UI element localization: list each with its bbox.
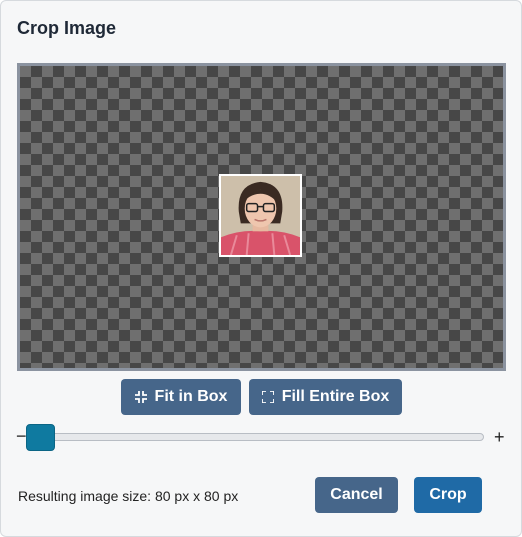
crop-selection-box[interactable] (219, 174, 302, 257)
fit-in-box-label: Fit in Box (154, 388, 228, 405)
crop-image-dialog: Crop Image Fit in Box Fill Entire Box − … (0, 0, 522, 537)
fill-entire-box-label: Fill Entire Box (281, 388, 390, 405)
zoom-in-icon: + (494, 427, 505, 447)
zoom-out-icon: − (16, 426, 27, 446)
cancel-button[interactable]: Cancel (315, 477, 398, 513)
dialog-title: Crop Image (17, 18, 117, 38)
zoom-slider-track[interactable] (27, 433, 484, 441)
expand-icon (261, 391, 274, 403)
crop-canvas[interactable] (17, 63, 506, 371)
compress-icon (134, 391, 147, 403)
profile-photo (221, 176, 300, 255)
crop-button[interactable]: Crop (414, 477, 482, 513)
zoom-slider-thumb[interactable] (26, 424, 55, 451)
fill-entire-box-button[interactable]: Fill Entire Box (249, 379, 402, 415)
fit-in-box-button[interactable]: Fit in Box (121, 379, 241, 415)
resulting-size-text: Resulting image size: 80 px x 80 px (18, 488, 239, 504)
